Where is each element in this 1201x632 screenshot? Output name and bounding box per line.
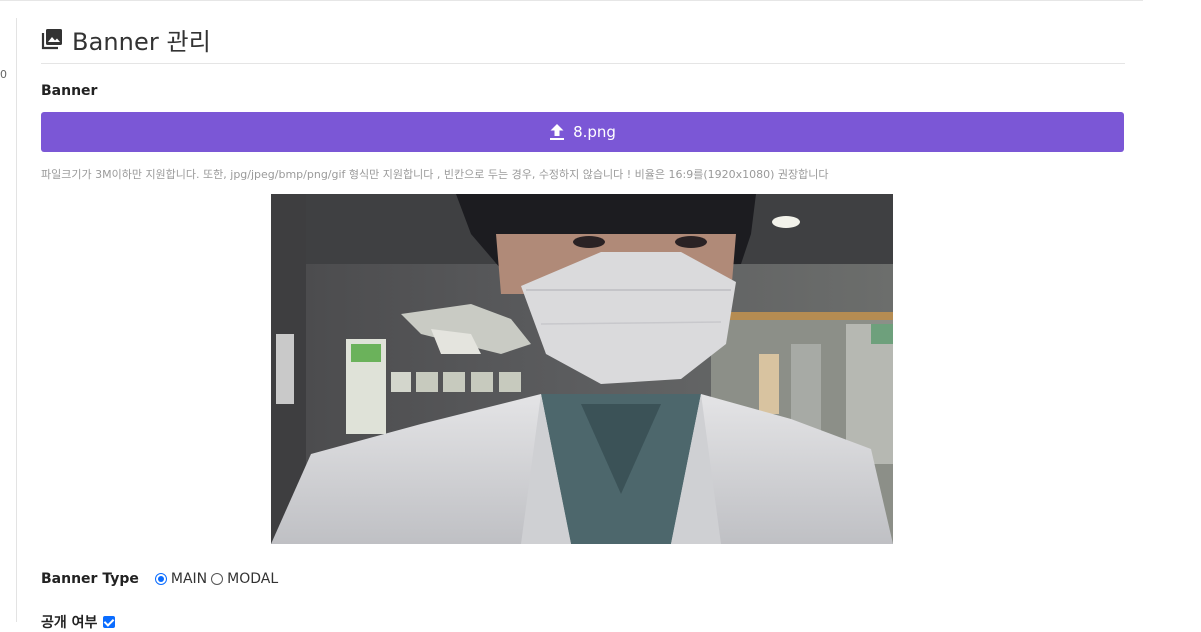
- public-row: 공개 여부: [41, 612, 116, 632]
- upload-button[interactable]: 8.png: [41, 112, 1124, 152]
- image-icon: [41, 28, 63, 50]
- upload-icon: [549, 123, 565, 141]
- upload-filename: 8.png: [573, 123, 616, 141]
- upload-help-text: 파일크기가 3M이하만 지원합니다. 또한, jpg/jpeg/bmp/png/…: [41, 168, 829, 181]
- banner-preview-image: [271, 194, 893, 544]
- banner-type-row: Banner Type MAIN MODAL: [41, 571, 282, 587]
- radio-main-label[interactable]: MAIN: [171, 571, 207, 587]
- sidebar-stub-text: 0: [0, 68, 7, 81]
- radio-modal[interactable]: [211, 573, 224, 585]
- public-checkbox[interactable]: [103, 616, 116, 628]
- public-label: 공개 여부: [41, 615, 98, 631]
- radio-modal-label[interactable]: MODAL: [227, 571, 278, 587]
- banner-type-label: Banner Type: [41, 571, 139, 587]
- page-title: Banner 관리: [72, 27, 211, 56]
- page-header: Banner 관리: [41, 22, 211, 56]
- title-divider: [41, 63, 1125, 64]
- sidebar-edge: [16, 18, 17, 622]
- banner-form: Banner 관리 Banner 8.png 파일크기가 3M이하만 지원합니다…: [41, 0, 1125, 631]
- radio-main[interactable]: [154, 573, 167, 585]
- banner-label: Banner: [41, 83, 98, 99]
